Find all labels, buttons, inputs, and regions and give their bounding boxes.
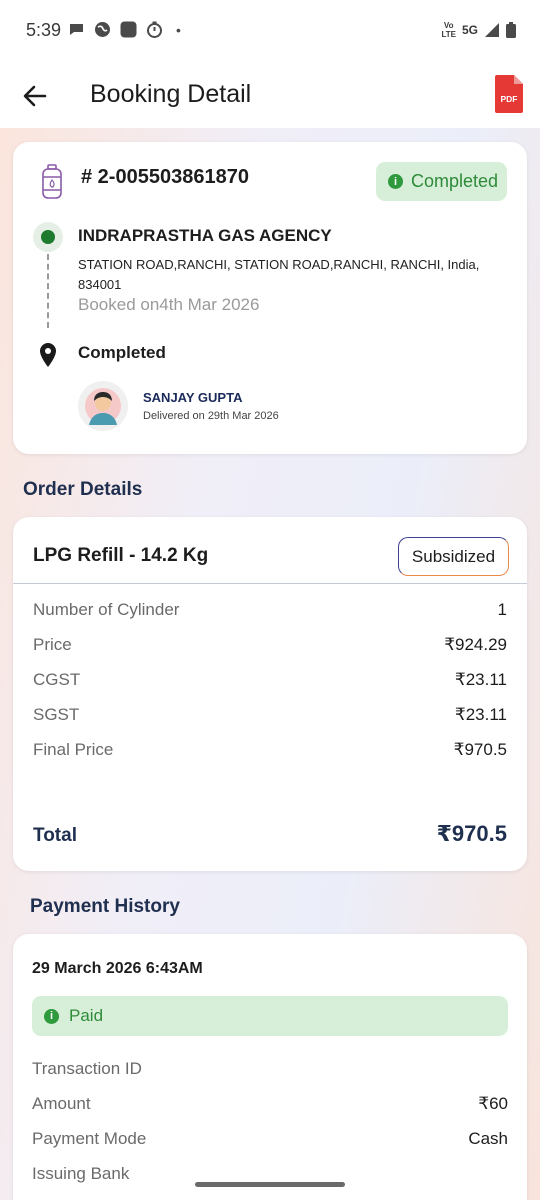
app-square-icon (120, 21, 137, 38)
payment-row-mode: Payment Mode Cash (32, 1129, 508, 1148)
payment-row-transaction-id: Transaction ID (32, 1059, 142, 1078)
timer-icon (147, 21, 162, 38)
info-icon: i (44, 1008, 59, 1024)
back-arrow-icon[interactable] (20, 81, 50, 111)
booking-summary-card: # 2-005503861870 i Completed INDRAPRASTH… (13, 142, 527, 454)
home-indicator[interactable] (195, 1182, 345, 1187)
chat-icon (70, 24, 83, 35)
pdf-icon: PDF (495, 75, 523, 113)
volte-indicator: Vo LTE (441, 21, 456, 39)
avatar (78, 381, 128, 431)
payment-status-label: Paid (69, 1006, 104, 1025)
order-row-final-price: Final Price ₹970.5 (33, 740, 507, 759)
divider (13, 583, 527, 584)
location-pin-icon (40, 343, 56, 367)
booking-number: # 2-005503861870 (81, 166, 249, 188)
system-status: Vo LTE 5G (441, 21, 516, 39)
delivery-person-name: SANJAY GUPTA (143, 390, 243, 405)
product-name: LPG Refill - 14.2 Kg (33, 545, 209, 566)
order-total-row: Total ₹970.5 (33, 821, 507, 847)
more-notifications-dot: • (176, 21, 181, 38)
payment-row-issuing-bank: Issuing Bank (32, 1164, 130, 1183)
status-badge-label: Completed (411, 171, 499, 191)
order-row-cylinders: Number of Cylinder 1 (33, 600, 507, 619)
delivery-person-avatar-icon (85, 388, 121, 425)
total-value: ₹970.5 (436, 821, 507, 846)
booked-on-date: Booked on4th Mar 2026 (78, 295, 260, 314)
notification-icons: • (68, 21, 181, 38)
download-pdf-button[interactable]: PDF (494, 74, 524, 114)
network-type: 5G (461, 23, 478, 37)
agency-address: STATION ROAD,RANCHI, STATION ROAD,RANCHI… (78, 257, 480, 292)
signal-icon (485, 23, 499, 37)
order-details-card: LPG Refill - 14.2 Kg Subsidized Number o… (13, 517, 527, 871)
svg-text:PDF: PDF (501, 94, 518, 104)
page-title: Booking Detail (90, 80, 252, 108)
delivery-status: Completed (78, 343, 166, 362)
agency-name: INDRAPRASTHA GAS AGENCY (78, 226, 332, 245)
order-row-cgst: CGST ₹23.11 (33, 670, 507, 689)
subsidized-tag: Subsidized (398, 537, 509, 576)
order-row-price: Price ₹924.29 (33, 635, 507, 654)
browser-icon (95, 22, 110, 37)
order-row-sgst: SGST ₹23.11 (33, 705, 507, 724)
gas-cylinder-icon (42, 164, 62, 199)
status-bar: 5:39 • Vo LTE 5G (0, 0, 540, 62)
order-details-heading: Order Details (23, 479, 143, 500)
delivered-on-date: Delivered on 29th Mar 2026 (143, 410, 279, 422)
payment-row-amount: Amount ₹60 (32, 1094, 508, 1113)
status-time: 5:39 (26, 20, 62, 40)
timeline-connector (47, 254, 49, 328)
total-label: Total (33, 825, 77, 846)
timeline-start-dot (33, 222, 63, 252)
payment-date: 29 March 2026 6:43AM (32, 960, 203, 977)
payment-history-heading: Payment History (30, 896, 180, 917)
battery-icon (506, 22, 516, 38)
payment-status-badge: i Paid (32, 996, 508, 1036)
payment-history-card: 29 March 2026 6:43AM i Paid Transaction … (13, 934, 527, 1200)
info-icon: i (388, 174, 403, 189)
app-bar: Booking Detail PDF (0, 62, 540, 128)
status-badge: i Completed (376, 162, 507, 201)
